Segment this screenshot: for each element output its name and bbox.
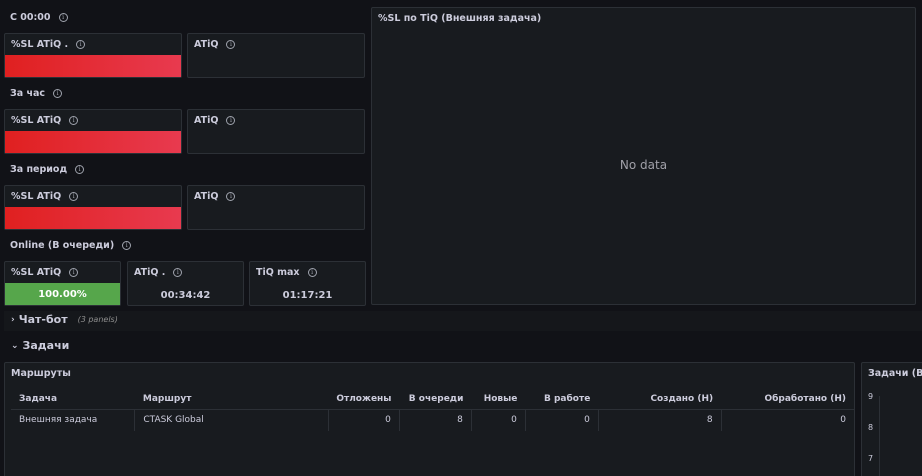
- stat-period-atiq[interactable]: ATiQ i: [187, 185, 365, 230]
- stat-title: ATiQ i: [194, 115, 236, 126]
- row-tasks-label: Задачи: [22, 339, 70, 352]
- info-icon[interactable]: i: [69, 268, 79, 277]
- panel-title: Маршруты: [11, 368, 71, 379]
- stat-online-atiq[interactable]: ATiQ . i 00:34:42: [127, 261, 244, 306]
- section-today-text: С 00:00: [10, 12, 51, 23]
- stat-title: %SL ATiQ i: [11, 267, 79, 278]
- column-header[interactable]: Задача: [11, 389, 135, 410]
- column-header[interactable]: Новые: [471, 389, 526, 410]
- info-icon[interactable]: i: [53, 89, 63, 98]
- info-icon[interactable]: i: [75, 165, 85, 174]
- column-header[interactable]: В очереди: [399, 389, 472, 410]
- info-icon[interactable]: i: [76, 40, 86, 49]
- stat-title: %SL ATiQ i: [11, 191, 79, 202]
- tasks-chart-panel[interactable]: Задачи (Вне 9 8 7: [861, 362, 922, 476]
- stat-title-text: %SL ATiQ: [11, 115, 62, 126]
- stat-title: ATiQ i: [194, 191, 236, 202]
- stat-title: %SL ATiQ i: [11, 115, 79, 126]
- table-cell: CTASK Global: [134, 409, 329, 431]
- stat-hour-sl[interactable]: %SL ATiQ i: [4, 109, 182, 154]
- info-icon[interactable]: i: [173, 268, 183, 277]
- section-online-text: Online (В очереди): [10, 240, 115, 251]
- table-cell: 0: [471, 409, 526, 431]
- section-period-label: За период i: [10, 164, 85, 175]
- y-tick-label: 9: [868, 392, 874, 401]
- stat-bar-green: 100.00%: [5, 283, 120, 305]
- stat-today-sl[interactable]: %SL ATiQ . i: [4, 33, 182, 78]
- column-header[interactable]: В работе: [525, 389, 599, 410]
- stat-value: 00:34:42: [160, 290, 211, 301]
- table-cell: 0: [328, 409, 400, 431]
- section-period-text: За период: [10, 164, 68, 175]
- stat-bar-red: [5, 131, 181, 153]
- table-header-row: Задача Маршрут Отложены В очереди Новые …: [11, 389, 854, 410]
- table-cell: 8: [598, 409, 722, 431]
- y-tick-label: 8: [868, 423, 874, 432]
- stat-title-text: ATiQ: [194, 39, 219, 50]
- stat-bar-red: [5, 55, 181, 77]
- sl-tiq-panel[interactable]: %SL по TiQ (Внешняя задача) No data: [371, 7, 916, 305]
- chevron-down-icon: ⌄: [11, 340, 19, 351]
- y-tick-label: 7: [868, 454, 874, 463]
- chevron-right-icon: ›: [11, 314, 15, 325]
- column-header[interactable]: Обработано (Н): [721, 389, 854, 410]
- panel-title: %SL по TiQ (Внешняя задача): [378, 13, 542, 24]
- stat-period-sl[interactable]: %SL ATiQ i: [4, 185, 182, 230]
- stat-today-atiq[interactable]: ATiQ i: [187, 33, 365, 78]
- routes-table: Задача Маршрут Отложены В очереди Новые …: [11, 389, 854, 431]
- stat-title-text: %SL ATiQ: [11, 191, 62, 202]
- section-hour-label: За час i: [10, 88, 63, 99]
- row-chatbot[interactable]: › Чат-бот (3 panels): [11, 313, 118, 326]
- info-icon[interactable]: i: [122, 241, 132, 250]
- stat-online-sl[interactable]: %SL ATiQ i 100.00%: [4, 261, 121, 306]
- section-today-label: С 00:00 i: [10, 12, 68, 23]
- info-icon[interactable]: i: [226, 40, 236, 49]
- column-header[interactable]: Отложены: [328, 389, 400, 410]
- table-row[interactable]: Внешняя задача CTASK Global 0 8 0 0 8 0: [11, 409, 854, 431]
- info-icon[interactable]: i: [58, 13, 68, 22]
- stat-title: %SL ATiQ . i: [11, 39, 86, 50]
- row-tasks[interactable]: ⌄ Задачи: [11, 339, 69, 352]
- table-cell: Внешняя задача: [11, 409, 136, 431]
- stat-title-text: ATiQ .: [134, 267, 166, 278]
- stat-title-text: TiQ max: [256, 267, 300, 278]
- stat-title: ATiQ i: [194, 39, 236, 50]
- stat-title-text: %SL ATiQ .: [11, 39, 69, 50]
- table-cell: 0: [840, 415, 846, 426]
- routes-panel[interactable]: Маршруты Задача Маршрут Отложены В очере…: [4, 362, 855, 476]
- stat-bar-red: [5, 207, 181, 229]
- column-header[interactable]: Создано (Н): [598, 389, 722, 410]
- stat-title: ATiQ . i: [134, 267, 183, 278]
- info-icon[interactable]: i: [226, 116, 236, 125]
- row-chatbot-bg: [4, 311, 922, 331]
- panel-title: Задачи (Вне: [868, 368, 922, 379]
- stat-title-text: %SL ATiQ: [11, 267, 62, 278]
- table-cell: 0: [525, 409, 599, 431]
- table-cell: 8: [399, 409, 472, 431]
- info-icon[interactable]: i: [69, 192, 79, 201]
- column-header[interactable]: Маршрут: [134, 389, 329, 410]
- y-axis-line: [879, 396, 880, 476]
- stat-hour-atiq[interactable]: ATiQ i: [187, 109, 365, 154]
- section-online-label: Online (В очереди) i: [10, 240, 132, 251]
- stat-title-text: ATiQ: [194, 115, 219, 126]
- row-chatbot-sub: (3 panels): [77, 315, 118, 324]
- stat-title-text: ATiQ: [194, 191, 219, 202]
- info-icon[interactable]: i: [69, 116, 79, 125]
- info-icon[interactable]: i: [307, 268, 317, 277]
- info-icon[interactable]: i: [226, 192, 236, 201]
- stat-title: TiQ max i: [256, 267, 317, 278]
- no-data-text: No data: [619, 158, 668, 172]
- stat-value: 100.00%: [38, 288, 87, 300]
- section-hour-text: За час: [10, 88, 46, 99]
- stat-online-tiqmax[interactable]: TiQ max i 01:17:21: [249, 261, 366, 306]
- stat-value: 01:17:21: [282, 290, 333, 301]
- row-chatbot-label: Чат-бот: [18, 313, 68, 326]
